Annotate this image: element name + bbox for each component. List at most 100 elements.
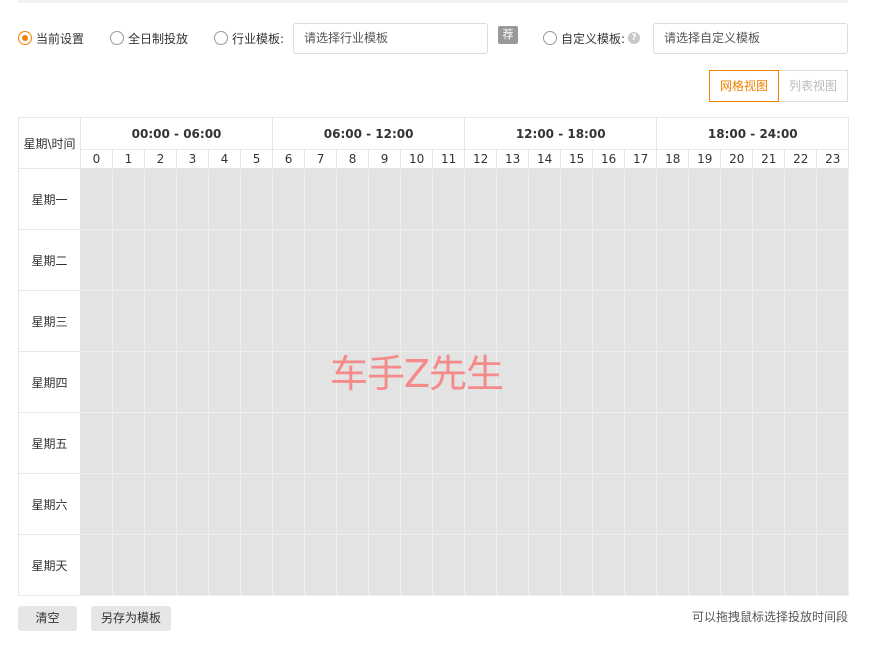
- time-slot-cell[interactable]: [208, 534, 241, 596]
- time-slot-cell[interactable]: [560, 168, 594, 230]
- time-slot-cell[interactable]: [112, 229, 145, 291]
- time-slot-cell[interactable]: [368, 473, 402, 535]
- time-slot-cell[interactable]: [272, 534, 306, 596]
- time-slot-cell[interactable]: [272, 229, 306, 291]
- time-slot-cell[interactable]: [784, 229, 818, 291]
- time-slot-cell[interactable]: [624, 351, 658, 413]
- time-slot-cell[interactable]: [528, 168, 562, 230]
- time-slot-cell[interactable]: [496, 168, 530, 230]
- time-slot-cell[interactable]: [336, 412, 370, 474]
- time-slot-cell[interactable]: [239, 290, 274, 352]
- time-slot-cell[interactable]: [560, 473, 594, 535]
- time-slot-cell[interactable]: [80, 534, 113, 596]
- time-slot-cell[interactable]: [304, 229, 338, 291]
- time-slot-cell[interactable]: [688, 473, 722, 535]
- time-slot-cell[interactable]: [656, 534, 690, 596]
- time-slot-cell[interactable]: [496, 229, 530, 291]
- time-slot-cell[interactable]: [304, 534, 338, 596]
- time-slot-cell[interactable]: [688, 534, 722, 596]
- time-slot-cell[interactable]: [656, 473, 690, 535]
- time-slot-cell[interactable]: [80, 351, 113, 413]
- time-slot-cell[interactable]: [656, 351, 690, 413]
- time-slot-cell[interactable]: [432, 168, 466, 230]
- time-slot-cell[interactable]: [432, 412, 466, 474]
- time-slot-cell[interactable]: [432, 473, 466, 535]
- time-slot-cell[interactable]: [752, 168, 786, 230]
- time-slot-cell[interactable]: [656, 168, 690, 230]
- time-slot-cell[interactable]: [592, 351, 626, 413]
- time-slot-cell[interactable]: [208, 412, 241, 474]
- time-slot-cell[interactable]: [592, 412, 626, 474]
- time-slot-cell[interactable]: [304, 168, 338, 230]
- save-as-template-button[interactable]: 另存为模板: [91, 606, 171, 631]
- time-slot-cell[interactable]: [400, 351, 434, 413]
- radio-industry-template-indicator[interactable]: [214, 31, 228, 45]
- time-slot-cell[interactable]: [784, 351, 818, 413]
- time-slot-cell[interactable]: [784, 473, 818, 535]
- time-slot-cell[interactable]: [144, 534, 177, 596]
- time-slot-cell[interactable]: [400, 290, 434, 352]
- time-slot-cell[interactable]: [176, 412, 209, 474]
- recommend-badge-icon[interactable]: 荐: [498, 26, 518, 44]
- time-slot-cell[interactable]: [528, 229, 562, 291]
- clear-button[interactable]: 清空: [18, 606, 77, 631]
- time-slot-cell[interactable]: [112, 351, 145, 413]
- time-slot-cell[interactable]: [336, 290, 370, 352]
- time-slot-cell[interactable]: [752, 290, 786, 352]
- time-slot-cell[interactable]: [208, 473, 241, 535]
- time-slot-cell[interactable]: [400, 168, 434, 230]
- time-slot-cell[interactable]: [239, 229, 274, 291]
- time-slot-cell[interactable]: [336, 229, 370, 291]
- time-slot-cell[interactable]: [112, 168, 145, 230]
- time-slot-cell[interactable]: [304, 290, 338, 352]
- time-slot-cell[interactable]: [816, 473, 850, 535]
- time-slot-cell[interactable]: [720, 290, 754, 352]
- custom-template-select[interactable]: 请选择自定义模板: [653, 23, 848, 54]
- time-slot-cell[interactable]: [464, 229, 498, 291]
- time-slot-cell[interactable]: [208, 168, 241, 230]
- time-slot-cell[interactable]: [528, 412, 562, 474]
- time-slot-cell[interactable]: [496, 473, 530, 535]
- time-slot-cell[interactable]: [752, 534, 786, 596]
- help-icon[interactable]: ?: [628, 32, 641, 44]
- time-slot-cell[interactable]: [400, 534, 434, 596]
- time-slot-cell[interactable]: [272, 473, 306, 535]
- time-slot-cell[interactable]: [720, 351, 754, 413]
- time-slot-cell[interactable]: [368, 229, 402, 291]
- time-slot-cell[interactable]: [464, 473, 498, 535]
- time-slot-cell[interactable]: [400, 229, 434, 291]
- time-slot-cell[interactable]: [560, 534, 594, 596]
- time-slot-cell[interactable]: [112, 412, 145, 474]
- time-slot-cell[interactable]: [144, 229, 177, 291]
- time-slot-cell[interactable]: [816, 534, 850, 596]
- radio-full-day[interactable]: 全日制投放: [110, 29, 188, 47]
- time-slot-cell[interactable]: [144, 473, 177, 535]
- time-slot-cell[interactable]: [336, 168, 370, 230]
- time-slot-cell[interactable]: [560, 229, 594, 291]
- time-slot-cell[interactable]: [432, 229, 466, 291]
- time-slot-cell[interactable]: [208, 290, 241, 352]
- time-slot-cell[interactable]: [144, 290, 177, 352]
- list-view-button[interactable]: 列表视图: [779, 70, 848, 102]
- time-slot-cell[interactable]: [239, 412, 274, 474]
- time-slot-cell[interactable]: [80, 412, 113, 474]
- time-slot-cell[interactable]: [816, 412, 850, 474]
- time-slot-cell[interactable]: [144, 168, 177, 230]
- time-slot-cell[interactable]: [592, 168, 626, 230]
- time-slot-cell[interactable]: [336, 351, 370, 413]
- time-slot-cell[interactable]: [592, 290, 626, 352]
- time-slot-cell[interactable]: [176, 229, 209, 291]
- radio-full-day-indicator[interactable]: [110, 31, 124, 45]
- time-slot-cell[interactable]: [176, 351, 209, 413]
- radio-current-settings-indicator[interactable]: [18, 31, 32, 45]
- time-slot-cell[interactable]: [688, 168, 722, 230]
- time-slot-cell[interactable]: [720, 473, 754, 535]
- time-slot-cell[interactable]: [592, 473, 626, 535]
- time-slot-cell[interactable]: [368, 290, 402, 352]
- time-slot-cell[interactable]: [112, 290, 145, 352]
- industry-template-select[interactable]: 请选择行业模板: [293, 23, 488, 54]
- time-slot-cell[interactable]: [816, 290, 850, 352]
- time-slot-cell[interactable]: [656, 229, 690, 291]
- time-slot-cell[interactable]: [112, 473, 145, 535]
- time-slot-cell[interactable]: [144, 412, 177, 474]
